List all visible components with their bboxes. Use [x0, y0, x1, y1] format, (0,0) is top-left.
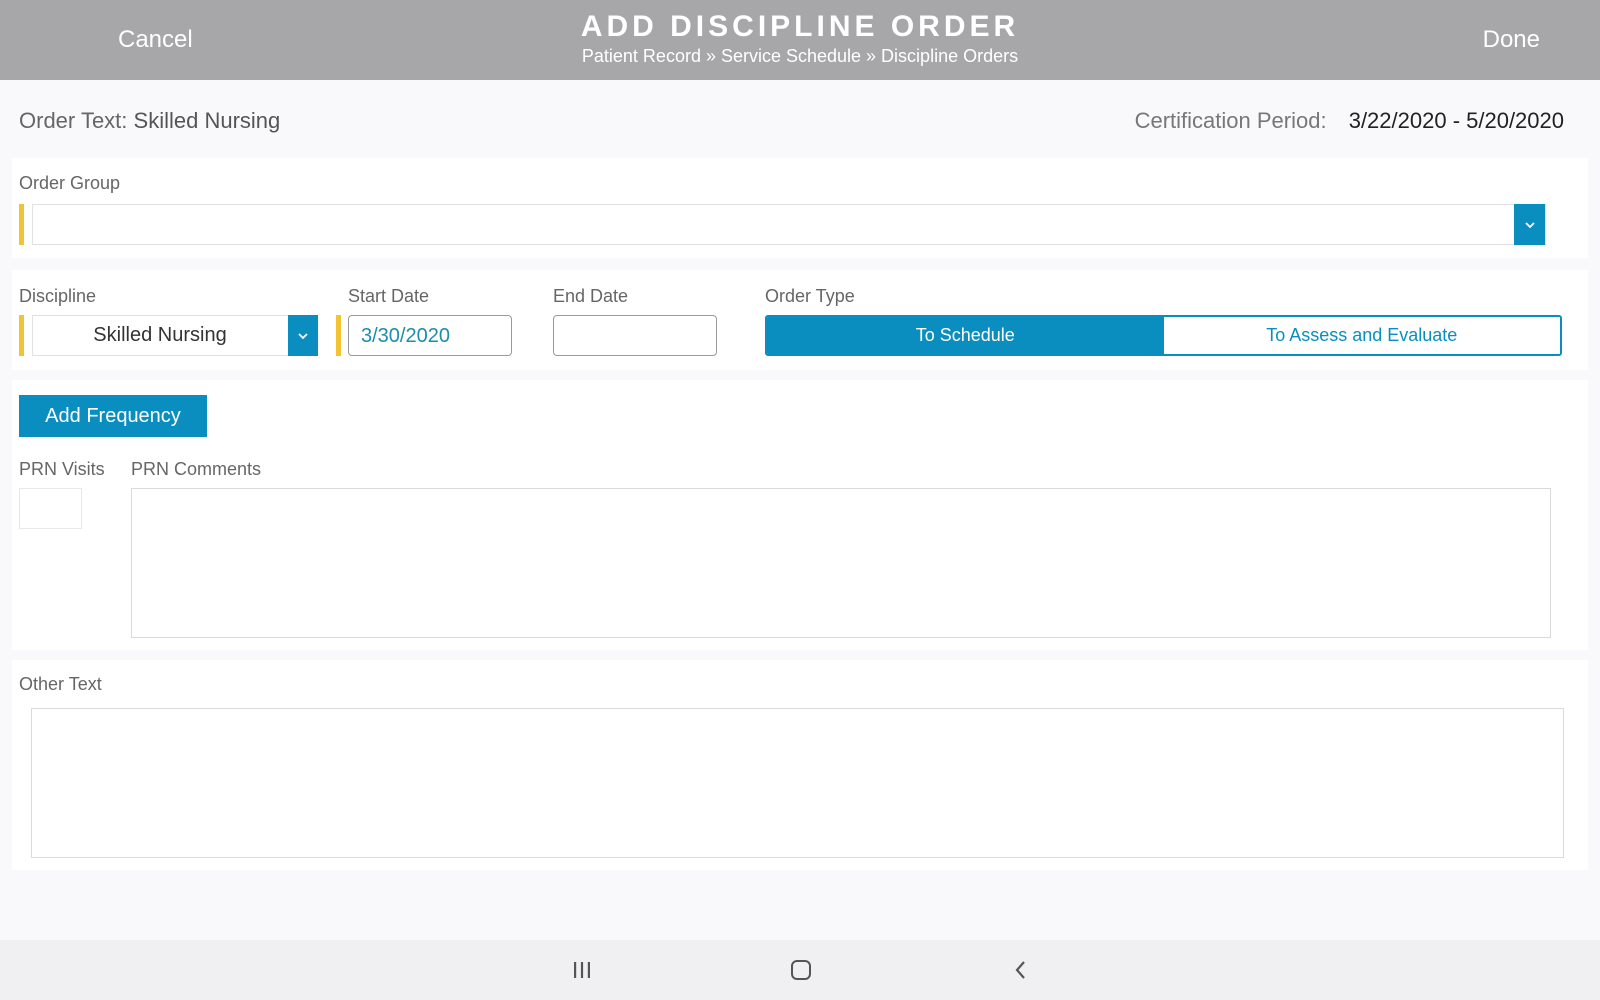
back-icon[interactable] [1009, 958, 1033, 982]
discipline-dropdown-button[interactable] [288, 315, 318, 356]
other-text-textarea[interactable] [31, 708, 1564, 858]
order-type-to-assess-and-evaluate[interactable]: To Assess and Evaluate [1163, 317, 1560, 354]
order-text-label: Order Text: [19, 108, 128, 133]
start-date-input[interactable]: 3/30/2020 [348, 315, 512, 356]
start-date-value: 3/30/2020 [361, 325, 450, 347]
discipline-value: Skilled Nursing [93, 324, 227, 346]
discipline-select[interactable]: Skilled Nursing [32, 315, 318, 356]
required-marker [19, 315, 24, 356]
certification-period: Certification Period: 3/22/2020 - 5/20/2… [1135, 108, 1564, 134]
done-button[interactable]: Done [1483, 26, 1540, 54]
prn-visits-label: PRN Visits [19, 459, 105, 479]
end-date-input[interactable] [553, 315, 717, 356]
page-title: ADD DISCIPLINE ORDER [580, 10, 1020, 43]
header-bar: Cancel ADD DISCIPLINE ORDER Patient Reco… [0, 0, 1600, 80]
order-text-value: Skilled Nursing [133, 108, 281, 133]
prn-visits-input[interactable] [19, 488, 82, 529]
order-group-select[interactable] [32, 204, 1546, 245]
order-type-segmented-control: To Schedule To Assess and Evaluate [765, 315, 1562, 356]
cert-period-label: Certification Period: [1134, 108, 1327, 133]
end-date-label: End Date [553, 286, 629, 306]
required-marker [19, 204, 24, 245]
system-navigation-bar [0, 940, 1600, 1000]
chevron-down-icon [1524, 221, 1535, 228]
order-type-to-schedule[interactable]: To Schedule [767, 317, 1164, 354]
order-text-summary: Order Text: Skilled Nursing [19, 108, 280, 134]
prn-comments-textarea[interactable] [131, 488, 1551, 638]
recent-apps-icon[interactable] [570, 958, 594, 982]
cert-period-value: 3/22/2020 - 5/20/2020 [1348, 108, 1564, 133]
breadcrumb: Patient Record » Service Schedule » Disc… [581, 46, 1019, 66]
prn-comments-label: PRN Comments [131, 459, 262, 479]
order-type-label: Order Type [765, 286, 855, 306]
start-date-label: Start Date [348, 286, 430, 306]
order-group-dropdown-button[interactable] [1514, 204, 1545, 245]
discipline-label: Discipline [19, 286, 97, 306]
chevron-down-icon [298, 332, 308, 339]
order-group-label: Order Group [19, 173, 121, 193]
other-text-label: Other Text [19, 674, 102, 694]
required-marker [336, 315, 341, 356]
home-icon[interactable] [789, 958, 813, 982]
add-frequency-button[interactable]: Add Frequency [19, 395, 207, 437]
